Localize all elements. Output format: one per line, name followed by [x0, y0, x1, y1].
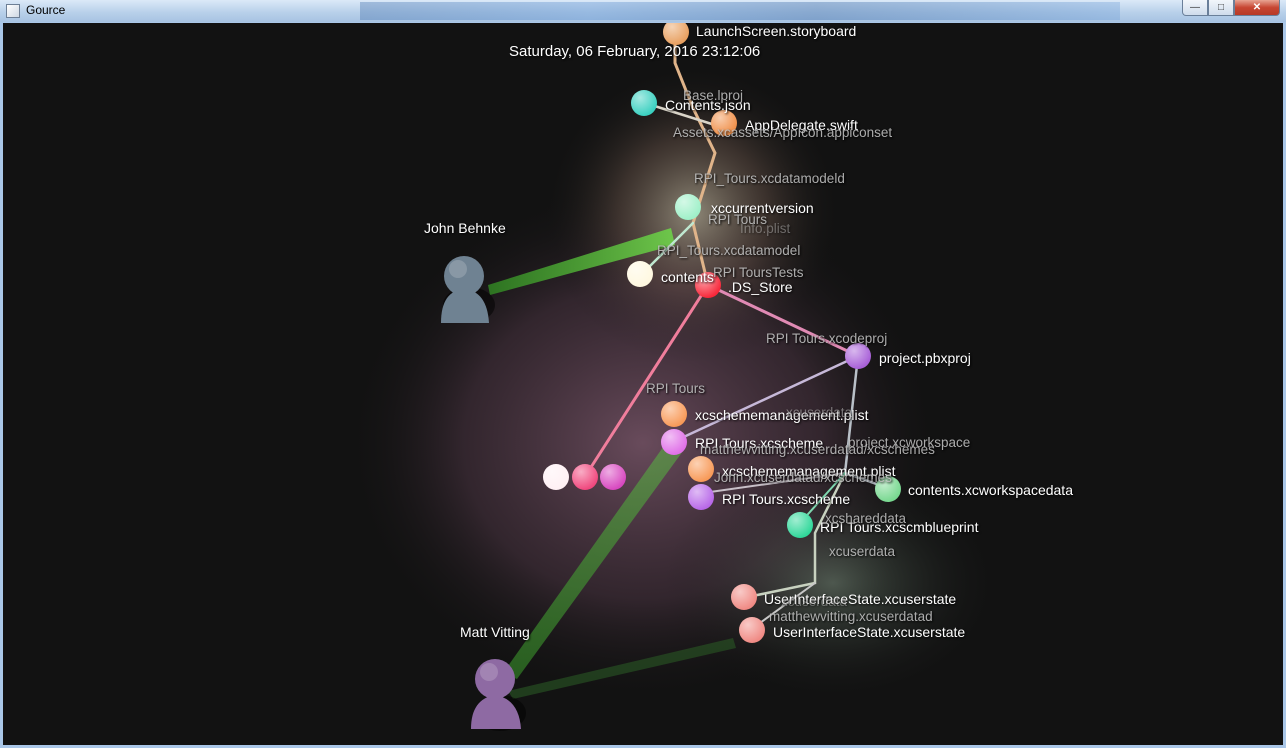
- file-label: LaunchScreen.storyboard: [696, 23, 857, 39]
- graph-svg: [343, 23, 1003, 731]
- dir-label: Info.plist: [740, 221, 791, 236]
- gource-visualization[interactable]: Saturday, 06 February, 2016 23:12:06 Joh…: [3, 23, 1283, 745]
- timestamp: Saturday, 06 February, 2016 23:12:06: [509, 43, 761, 60]
- dir-label: Base.lproj: [683, 88, 744, 103]
- window-title: Gource: [26, 3, 66, 17]
- dir-label: xcshareddata: [825, 511, 907, 526]
- dir-label: xcuserdata: [781, 594, 848, 609]
- maximize-button[interactable]: □: [1208, 0, 1234, 16]
- background-taskbar-blur: [360, 2, 1120, 20]
- file-label: RPI Tours.xcscheme: [722, 491, 851, 507]
- minimize-button[interactable]: —: [1182, 0, 1208, 16]
- dir-label: RPI Tours: [646, 381, 706, 396]
- minimize-icon: —: [1190, 2, 1200, 13]
- dir-label: RPI_Tours.xcdatamodel: [657, 243, 801, 258]
- file-label: contents.xcworkspacedata: [908, 482, 1073, 498]
- dir-label: RPI ToursTests: [713, 265, 804, 280]
- dir-label: RPI Tours.xcodeproj: [766, 331, 888, 346]
- file-label: contents: [661, 269, 714, 285]
- dir-label: matthewvitting.xcuserdatad: [769, 609, 933, 624]
- maximize-icon: □: [1217, 2, 1225, 13]
- dir-label: John.xcuserdatad/xcschemes: [714, 470, 892, 485]
- close-button[interactable]: ✕: [1234, 0, 1280, 16]
- user-name-john: John Behnke: [424, 220, 506, 236]
- dir-label: xcuserdata: [829, 544, 896, 559]
- dir-label: Assets.xcassets/AppIcon.appiconset: [673, 125, 893, 140]
- close-icon: ✕: [1252, 2, 1262, 13]
- dir-label: xcuserdata: [786, 405, 853, 420]
- user-name-matt: Matt Vitting: [460, 624, 530, 640]
- file-label: project.pbxproj: [879, 350, 971, 366]
- app-icon: [6, 4, 20, 18]
- title-bar: Gource — □ ✕: [0, 0, 1286, 23]
- file-label: UserInterfaceState.xcuserstate: [773, 624, 966, 640]
- dir-label: RPI_Tours.xcdatamodeld: [694, 171, 845, 186]
- dir-label: matthewvitting.xcuserdatad/xcschemes: [700, 442, 935, 457]
- file-label: .DS_Store: [728, 279, 793, 295]
